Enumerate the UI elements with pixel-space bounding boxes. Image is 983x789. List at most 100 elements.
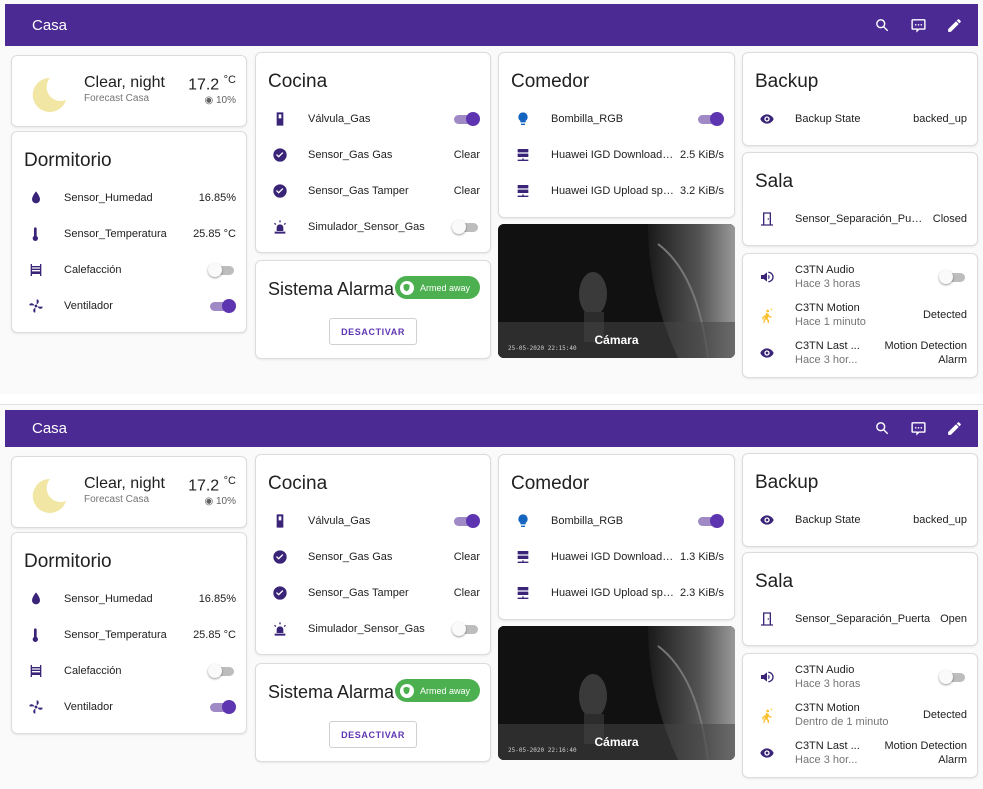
weather-card[interactable]: Clear, night Forecast Casa 17.2 °C ◉ 10% xyxy=(11,55,247,127)
forecast-name: Forecast Casa xyxy=(84,494,150,505)
entity-label: Sensor_Gas Tamper xyxy=(308,185,409,197)
door-icon xyxy=(753,611,781,627)
alarm-state-badge[interactable]: Armed away xyxy=(394,276,480,299)
entity-text: C3TN Motion Dentro de 1 minuto xyxy=(795,701,923,729)
app-title: Casa xyxy=(32,420,68,437)
search-icon[interactable] xyxy=(864,7,900,43)
entity-row[interactable]: C3TN Motion Hace 1 minuto Detected xyxy=(753,298,967,332)
check-circle-icon xyxy=(266,183,294,199)
entity-row[interactable]: Válvula_Gas xyxy=(266,507,480,535)
entity-secondary: Dentro de 1 minuto xyxy=(795,716,889,728)
chat-icon[interactable] xyxy=(900,7,936,43)
chat-icon[interactable] xyxy=(900,411,936,447)
fan-icon xyxy=(22,298,50,314)
entity-row[interactable]: Válvula_Gas xyxy=(266,105,480,133)
pencil-icon[interactable] xyxy=(936,7,972,43)
entity-row[interactable]: Sensor_Separación_Puerta Closed xyxy=(753,205,967,233)
server-network-icon xyxy=(509,549,537,565)
entity-row[interactable]: Calefacción xyxy=(22,657,236,685)
cocina-card: Cocina Válvula_Gas Sensor_Gas Gas Clear … xyxy=(255,52,491,253)
entity-row[interactable]: Backup State backed_up xyxy=(753,506,967,534)
sala-card: Sala Sensor_Separación_Puerta Open xyxy=(742,552,978,646)
entity-row[interactable]: C3TN Audio Hace 3 horas xyxy=(753,260,967,294)
entity-secondary: Hace 3 horas xyxy=(795,278,861,290)
entity-row[interactable]: Sensor_Gas Gas Clear xyxy=(266,141,480,169)
siren-icon xyxy=(266,219,294,235)
entity-row[interactable]: C3TN Last ... Hace 3 hor... Motion Detect… xyxy=(753,336,967,370)
weather-card[interactable]: Clear, night Forecast Casa 17.2 °C ◉ 10% xyxy=(11,456,247,528)
entity-row[interactable]: C3TN Last ... Hace 3 hor... Motion Detect… xyxy=(753,736,967,770)
calefaccion-toggle[interactable] xyxy=(208,664,236,678)
valvula-gas-toggle[interactable] xyxy=(452,514,480,528)
ventilador-toggle[interactable] xyxy=(208,700,236,714)
separator xyxy=(0,394,983,404)
entity-row[interactable]: Sensor_Temperatura 25.85 °C xyxy=(22,621,236,649)
entity-row[interactable]: Bombilla_RGB xyxy=(509,507,724,535)
camera-feed[interactable]: Cámara 25-05-2020 22:16:40 xyxy=(498,626,735,760)
entity-row[interactable]: C3TN Audio Hace 3 horas xyxy=(753,660,967,694)
entity-value: Detected xyxy=(922,309,967,321)
entity-label: Válvula_Gas xyxy=(308,515,371,527)
entity-row[interactable]: Sensor_Separación_Puerta Open xyxy=(753,605,967,633)
entity-label: Huawei IGD Upload speed xyxy=(551,587,674,599)
entity-row[interactable]: Huawei IGD Download s... 1.3 KiB/s xyxy=(509,543,724,571)
entity-label: C3TN Last ... xyxy=(795,740,860,752)
entity-row[interactable]: Sensor_Gas Gas Clear xyxy=(266,543,480,571)
fan-icon xyxy=(22,699,50,715)
card-title: Sala xyxy=(755,171,794,192)
dashboard-screenshot-1: Casa Clear, night Forecast Casa 17.2 °C … xyxy=(0,0,983,394)
camera-feed[interactable]: Cámara 25-05-2020 22:15:40 xyxy=(498,224,735,358)
c3tn-audio-toggle[interactable] xyxy=(939,670,967,684)
comedor-card: Comedor Bombilla_RGB Huawei IGD Download… xyxy=(498,454,735,620)
entity-value: backed_up xyxy=(913,113,967,125)
entity-label: Sensor_Humedad xyxy=(64,593,153,605)
pencil-icon[interactable] xyxy=(936,411,972,447)
disarm-button[interactable]: DESACTIVAR xyxy=(329,721,417,748)
entity-row[interactable]: Sensor_Gas Tamper Clear xyxy=(266,579,480,607)
entity-row[interactable]: Backup State backed_up xyxy=(753,105,967,133)
bombilla-toggle[interactable] xyxy=(696,112,724,126)
shield-icon xyxy=(399,280,414,295)
c3tn-card: C3TN Audio Hace 3 horas C3TN Motion Dentro… xyxy=(742,653,978,778)
entity-row[interactable]: Huawei IGD Download s... 2.5 KiB/s xyxy=(509,141,724,169)
server-network-icon xyxy=(509,183,537,199)
entity-row[interactable]: Calefacción xyxy=(22,256,236,284)
valvula-gas-toggle[interactable] xyxy=(452,112,480,126)
entity-row[interactable]: Sensor_Humedad 16.85% xyxy=(22,184,236,212)
entity-row[interactable]: Huawei IGD Upload speed 2.3 KiB/s xyxy=(509,579,724,607)
weather-humidity: ◉ 10% xyxy=(204,95,236,106)
speaker-icon xyxy=(753,269,781,285)
disarm-button[interactable]: DESACTIVAR xyxy=(329,318,417,345)
entity-row[interactable]: Sensor_Temperatura 25.85 °C xyxy=(22,220,236,248)
thermometer-icon xyxy=(22,627,50,643)
ventilador-toggle[interactable] xyxy=(208,299,236,313)
card-title: Backup xyxy=(755,472,819,493)
search-icon[interactable] xyxy=(864,411,900,447)
card-title: Cocina xyxy=(268,71,328,92)
entity-row[interactable]: Sensor_Humedad 16.85% xyxy=(22,585,236,613)
dormitorio-card: Dormitorio Sensor_Humedad 16.85% Sensor_… xyxy=(11,131,247,333)
calefaccion-toggle[interactable] xyxy=(208,263,236,277)
simulador-toggle[interactable] xyxy=(452,622,480,636)
entity-row[interactable]: Simulador_Sensor_Gas xyxy=(266,213,480,241)
entity-label: Simulador_Sensor_Gas xyxy=(308,623,425,635)
entity-secondary: Hace 3 hor... xyxy=(795,354,858,366)
entity-row[interactable]: Sensor_Gas Tamper Clear xyxy=(266,177,480,205)
entity-label: Huawei IGD Download s... xyxy=(551,149,674,161)
check-circle-icon xyxy=(266,147,294,163)
bombilla-toggle[interactable] xyxy=(696,514,724,528)
entity-row[interactable]: C3TN Motion Dentro de 1 minuto Detected xyxy=(753,698,967,732)
moon-icon xyxy=(32,478,66,513)
c3tn-audio-toggle[interactable] xyxy=(939,270,967,284)
simulador-toggle[interactable] xyxy=(452,220,480,234)
alarm-state-badge[interactable]: Armed away xyxy=(394,679,480,702)
entity-text: C3TN Last ... Hace 3 hor... xyxy=(795,739,884,767)
entity-label: Ventilador xyxy=(64,300,113,312)
entity-label: Sensor_Temperatura xyxy=(64,228,167,240)
entity-row[interactable]: Ventilador xyxy=(22,693,236,721)
entity-row[interactable]: Ventilador xyxy=(22,292,236,320)
entity-row[interactable]: Bombilla_RGB xyxy=(509,105,724,133)
entity-value: Clear xyxy=(453,551,480,563)
entity-row[interactable]: Simulador_Sensor_Gas xyxy=(266,615,480,643)
entity-row[interactable]: Huawei IGD Upload speed 3.2 KiB/s xyxy=(509,177,724,205)
